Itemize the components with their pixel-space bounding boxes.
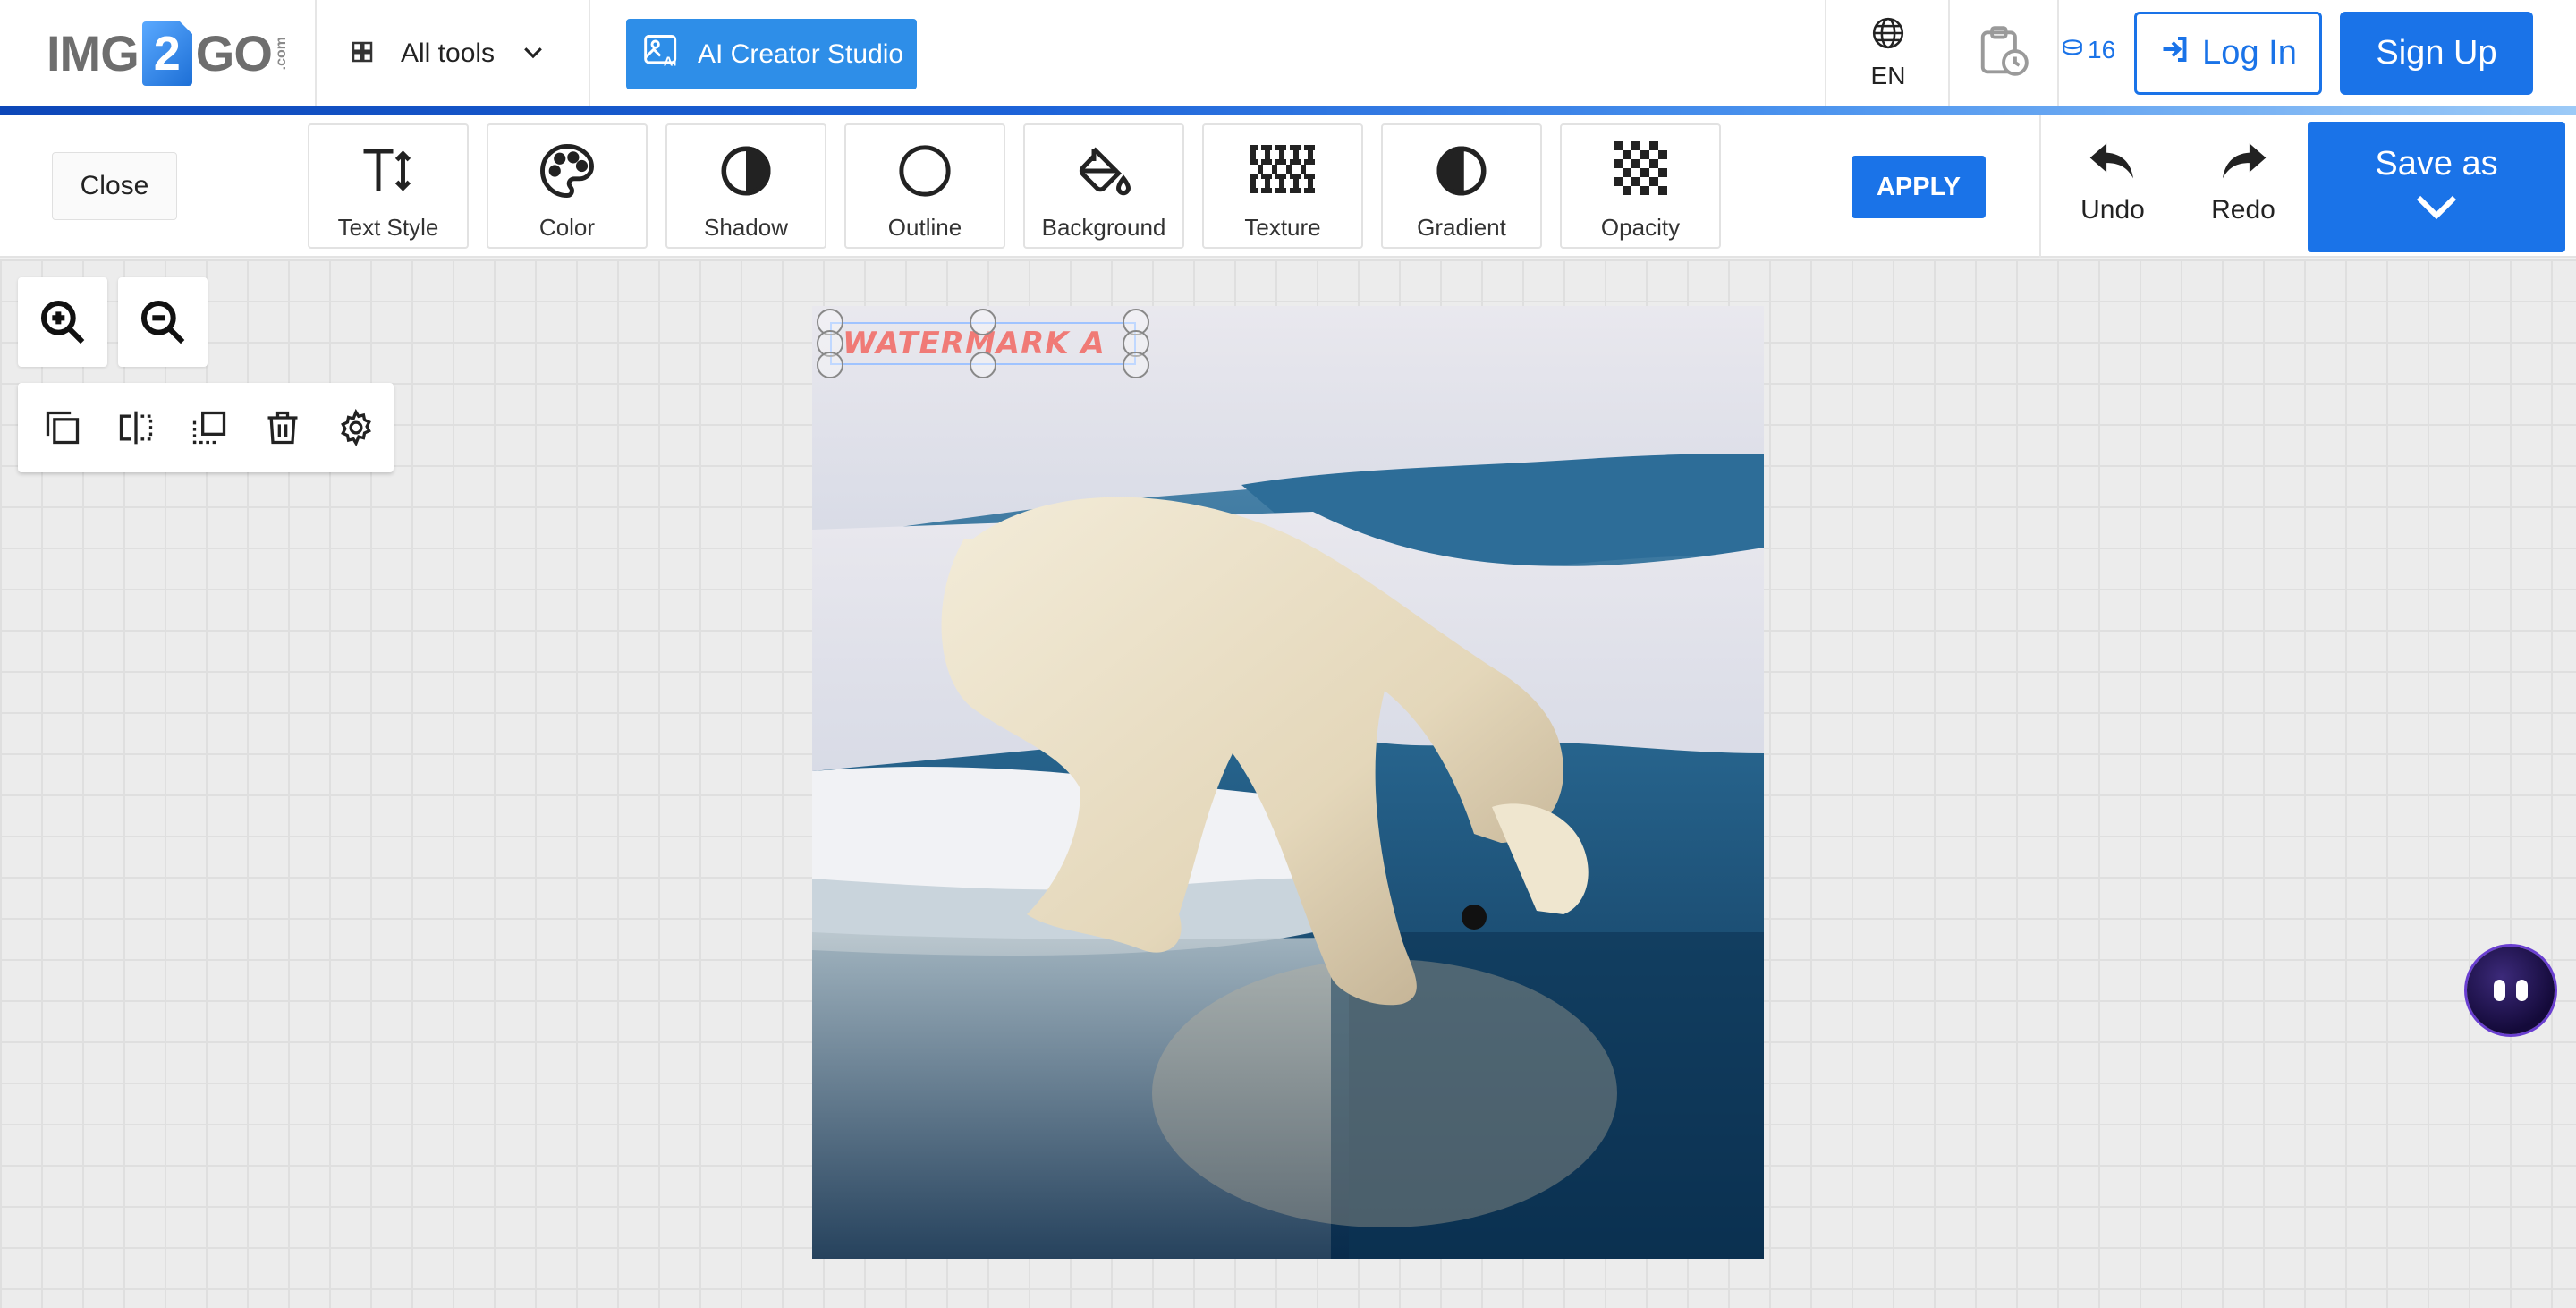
gradient-icon — [1436, 146, 1487, 196]
redo-button[interactable]: Redo — [2190, 141, 2297, 240]
globe-icon — [1871, 16, 1905, 56]
undo-label: Undo — [2080, 195, 2145, 225]
chat-eye-icon — [2516, 980, 2528, 1001]
tool-shadow[interactable]: Shadow — [665, 123, 826, 249]
logo-text-mid: 2 — [141, 21, 192, 86]
sign-up-button[interactable]: Sign Up — [2340, 12, 2533, 95]
shadow-icon — [721, 146, 771, 196]
object-tools-panel — [18, 383, 394, 472]
tool-label: Color — [538, 214, 596, 241]
divider — [2039, 115, 2041, 258]
flip-horizontal-icon[interactable] — [116, 408, 156, 447]
outline-circle-icon — [899, 145, 951, 197]
tool-label: Texture — [1244, 214, 1321, 241]
polar-bear-photo — [812, 306, 1764, 1259]
logo-suffix: .com — [273, 37, 289, 71]
img2go-logo[interactable]: IMG 2 GO .com — [47, 18, 290, 89]
logo-text-left: IMG — [47, 25, 140, 81]
zoom-out-icon — [140, 300, 185, 344]
tool-label: Shadow — [704, 214, 788, 241]
history-button[interactable] — [1950, 0, 2057, 106]
tool-outline[interactable]: Outline — [844, 123, 1005, 249]
apply-button[interactable]: APPLY — [1852, 156, 1986, 218]
tool-gradient[interactable]: Gradient — [1381, 123, 1542, 249]
ai-image-icon: AI — [642, 31, 682, 78]
divider — [2057, 0, 2059, 106]
resize-handle-bottom-right[interactable] — [1123, 352, 1149, 378]
tool-opacity[interactable]: Opacity — [1560, 123, 1721, 249]
canvas-image[interactable] — [812, 306, 1764, 1259]
grid-icon — [349, 38, 376, 70]
checkerboard-icon — [1614, 141, 1667, 195]
language-code: EN — [1870, 61, 1906, 89]
resize-handle-bottom-center[interactable] — [970, 352, 996, 378]
trash-icon[interactable] — [263, 408, 302, 447]
log-in-label: Log In — [2202, 34, 2297, 72]
save-as-button[interactable]: Save as — [2308, 122, 2565, 252]
chevron-down-icon — [2415, 191, 2458, 229]
all-tools-label: All tools — [401, 38, 496, 68]
resize-handle-top-center[interactable] — [970, 309, 996, 335]
divider — [1825, 0, 1826, 106]
chat-assistant-button[interactable] — [2467, 947, 2555, 1034]
header-accent-bar — [0, 106, 2576, 115]
undo-arrow-icon — [2087, 141, 2139, 190]
coins-icon — [2061, 36, 2084, 64]
undo-button[interactable]: Undo — [2059, 141, 2166, 240]
bring-forward-icon[interactable] — [190, 408, 229, 447]
log-in-button[interactable]: Log In — [2134, 12, 2322, 95]
tool-label: Outline — [887, 214, 962, 241]
texture-icon — [1250, 145, 1315, 193]
tool-label: Gradient — [1417, 214, 1506, 241]
duplicate-icon[interactable] — [43, 408, 82, 447]
paint-bucket-icon — [1079, 147, 1131, 196]
clipboard-clock-icon — [1976, 23, 2031, 83]
chevron-down-icon — [520, 38, 547, 70]
tool-color[interactable]: Color — [487, 123, 648, 249]
svg-text:AI: AI — [664, 55, 677, 69]
redo-label: Redo — [2211, 195, 2275, 225]
text-style-icon — [363, 149, 411, 191]
ai-creator-studio-label: AI Creator Studio — [698, 38, 904, 69]
login-arrow-icon — [2159, 33, 2191, 74]
language-selector[interactable]: EN — [1828, 0, 1948, 106]
credits-value: 16 — [2088, 36, 2116, 64]
chat-eye-icon — [2494, 980, 2505, 1001]
logo-text-right: GO — [195, 25, 273, 81]
zoom-in-icon — [40, 300, 85, 344]
credits-counter[interactable]: 16 — [2061, 36, 2115, 64]
tool-label: Background — [1041, 214, 1166, 241]
zoom-out-button[interactable] — [118, 277, 208, 367]
palette-icon — [540, 144, 594, 198]
redo-arrow-icon — [2217, 141, 2269, 190]
tool-texture[interactable]: Texture — [1202, 123, 1363, 249]
divider — [589, 0, 590, 106]
tool-label: Text Style — [337, 214, 439, 241]
divider — [315, 0, 317, 106]
save-as-label: Save as — [2375, 145, 2498, 183]
zoom-in-button[interactable] — [18, 277, 107, 367]
editor-toolbar: Close Text Style Color Shadow Outline Ba… — [0, 115, 2576, 258]
tool-label: Opacity — [1600, 214, 1681, 241]
settings-gear-icon[interactable] — [336, 408, 376, 447]
tool-text-style[interactable]: Text Style — [308, 123, 469, 249]
all-tools-dropdown[interactable]: All tools — [349, 30, 547, 77]
resize-handle-bottom-left[interactable] — [817, 352, 843, 378]
top-header: IMG 2 GO .com All tools AI AI Creator St… — [0, 0, 2576, 115]
ai-creator-studio-button[interactable]: AI AI Creator Studio — [626, 19, 917, 89]
tool-background[interactable]: Background — [1023, 123, 1184, 249]
close-button[interactable]: Close — [52, 152, 177, 220]
